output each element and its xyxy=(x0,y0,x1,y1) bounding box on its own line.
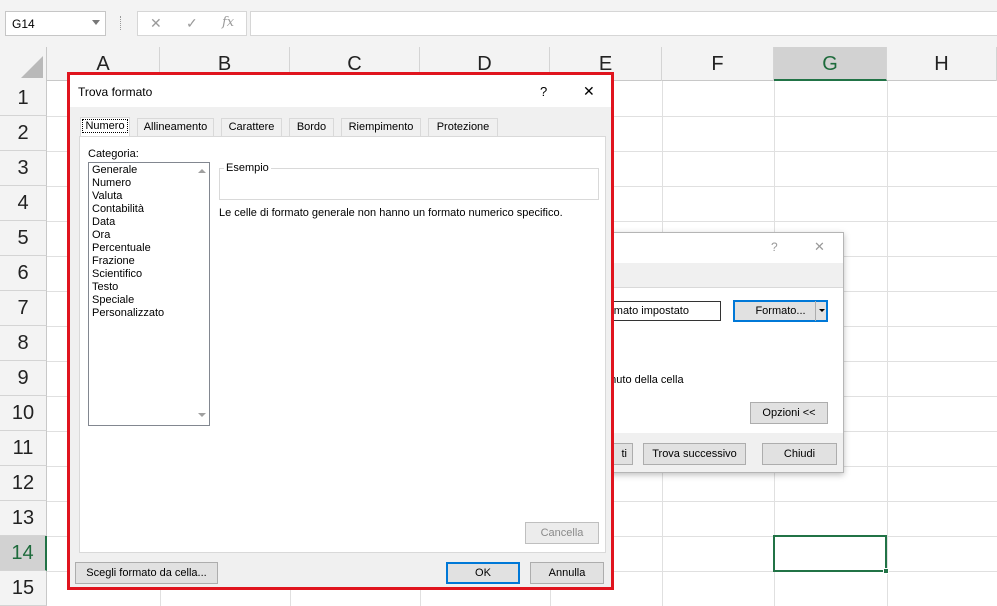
tab-riempimento[interactable]: Riempimento xyxy=(341,118,421,137)
category-item-percentuale[interactable]: Percentuale xyxy=(89,242,194,255)
tab-carattere[interactable]: Carattere xyxy=(221,118,282,137)
help-button[interactable]: ? xyxy=(540,84,547,99)
column-header-f[interactable]: F xyxy=(662,47,774,81)
row-header-13[interactable]: 13 xyxy=(0,501,47,536)
category-scrollbar[interactable] xyxy=(194,163,209,425)
tab-bordo[interactable]: Bordo xyxy=(289,118,334,137)
name-box-dropdown-icon[interactable] xyxy=(92,20,100,25)
clear-button[interactable]: Cancella xyxy=(525,522,599,544)
formula-buttons: ✕ ✓ fx xyxy=(137,11,247,36)
category-item-valuta[interactable]: Valuta xyxy=(89,190,194,203)
format-description: Le celle di formato generale non hanno u… xyxy=(219,207,563,219)
insert-function-icon[interactable]: fx xyxy=(222,15,234,30)
row-header-6[interactable]: 6 xyxy=(0,256,47,291)
cancel-button[interactable]: Annulla xyxy=(530,562,604,584)
scroll-up-icon[interactable] xyxy=(198,169,206,173)
select-all-corner[interactable] xyxy=(0,47,47,81)
category-item-data[interactable]: Data xyxy=(89,216,194,229)
row-header-7[interactable]: 7 xyxy=(0,291,47,326)
category-item-scientifico[interactable]: Scientifico xyxy=(89,268,194,281)
category-item-contabilita[interactable]: Contabilità xyxy=(89,203,194,216)
fill-handle[interactable] xyxy=(883,568,889,574)
formula-input[interactable] xyxy=(250,11,997,36)
find-replace-close-button[interactable]: ✕ xyxy=(814,239,825,255)
find-format-dialog: Trova formato ? ✕ Numero Allineamento Ca… xyxy=(67,72,614,590)
category-item-personalizzato[interactable]: Personalizzato xyxy=(89,307,194,320)
ok-button[interactable]: OK xyxy=(446,562,520,584)
row-header-11[interactable]: 11 xyxy=(0,431,47,466)
tab-protezione[interactable]: Protezione xyxy=(428,118,498,137)
scroll-down-icon[interactable] xyxy=(198,413,206,417)
find-next-button[interactable]: Trova successivo xyxy=(643,443,746,465)
column-header-h[interactable]: H xyxy=(887,47,997,81)
name-box-value: G14 xyxy=(12,17,35,31)
format-button-label: Formato... xyxy=(755,305,806,317)
close-icon[interactable]: ✕ xyxy=(583,83,595,100)
sample-group xyxy=(219,168,599,200)
row-header-8[interactable]: 8 xyxy=(0,326,47,361)
dialog-title: Trova formato xyxy=(78,85,153,99)
find-replace-help-button[interactable]: ? xyxy=(771,240,778,254)
row-header-2[interactable]: 2 xyxy=(0,116,47,151)
category-item-numero[interactable]: Numero xyxy=(89,177,194,190)
row-header-4[interactable]: 4 xyxy=(0,186,47,221)
row-header-12[interactable]: 12 xyxy=(0,466,47,501)
category-item-testo[interactable]: Testo xyxy=(89,281,194,294)
options-button[interactable]: Opzioni << xyxy=(750,402,828,424)
row-header-9[interactable]: 9 xyxy=(0,361,47,396)
tab-numero[interactable]: Numero xyxy=(80,117,130,138)
choose-format-from-cell-button[interactable]: Scegli formato da cella... xyxy=(75,562,218,584)
formula-bar-separator xyxy=(120,16,122,30)
tab-label: Numero xyxy=(82,119,128,133)
format-button[interactable]: Formato... xyxy=(733,300,828,322)
select-all-icon xyxy=(21,56,43,78)
row-header-1[interactable]: 1 xyxy=(0,81,47,116)
dialog-titlebar: Trova formato ? ✕ xyxy=(70,75,611,107)
category-item-frazione[interactable]: Frazione xyxy=(89,255,194,268)
tab-allineamento[interactable]: Allineamento xyxy=(137,118,214,137)
row-header-5[interactable]: 5 xyxy=(0,221,47,256)
name-box[interactable]: G14 xyxy=(5,11,106,36)
row-header-15[interactable]: 15 xyxy=(0,571,47,606)
close-button[interactable]: Chiudi xyxy=(762,443,837,465)
row-header-14[interactable]: 14 xyxy=(0,536,47,571)
sample-label: Esempio xyxy=(224,162,271,174)
category-item-ora[interactable]: Ora xyxy=(89,229,194,242)
confirm-entry-icon[interactable]: ✓ xyxy=(186,15,198,32)
format-preview-field: ormato impostato xyxy=(601,301,721,321)
category-list[interactable]: Generale Numero Valuta Contabilità Data … xyxy=(88,162,210,426)
cancel-entry-icon[interactable]: ✕ xyxy=(150,15,162,32)
tab-panel: Categoria: Generale Numero Valuta Contab… xyxy=(79,136,606,553)
category-label: Categoria: xyxy=(88,148,139,160)
row-header-3[interactable]: 3 xyxy=(0,151,47,186)
category-item-generale[interactable]: Generale xyxy=(89,164,194,177)
active-cell-g14[interactable] xyxy=(773,535,889,574)
column-header-g[interactable]: G xyxy=(774,47,887,81)
category-item-speciale[interactable]: Speciale xyxy=(89,294,194,307)
format-dropdown-arrow-icon[interactable] xyxy=(815,301,827,321)
grid-line xyxy=(887,81,888,606)
row-header-10[interactable]: 10 xyxy=(0,396,47,431)
formula-bar: G14 ✕ ✓ fx xyxy=(0,0,997,47)
